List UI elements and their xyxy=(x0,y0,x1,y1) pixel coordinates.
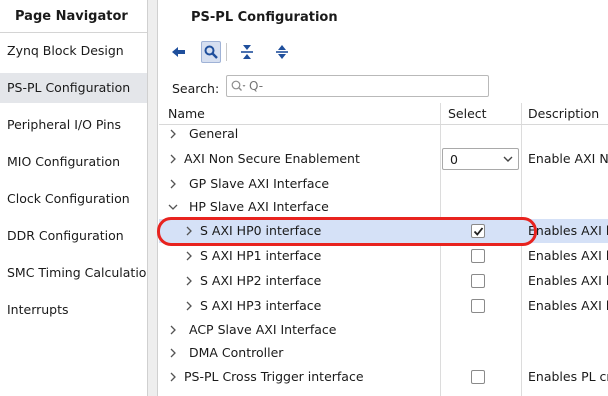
tree-row-general[interactable]: General xyxy=(159,122,608,146)
s-axi-hp0-checkbox[interactable] xyxy=(471,224,485,238)
row-label: S AXI HP1 interface xyxy=(200,248,322,263)
configuration-tree-table: Name Select Description General AXI Non … xyxy=(159,103,608,396)
row-description: Enable AXI Non Secure Transaction xyxy=(528,151,608,166)
tree-row-hp-slave-axi-interface[interactable]: HP Slave AXI Interface xyxy=(159,195,608,219)
navigator-title: Page Navigator xyxy=(15,9,128,24)
nav-item-interrupts[interactable]: Interrupts xyxy=(0,295,147,325)
row-label: PS-PL Cross Trigger interface xyxy=(184,369,364,384)
chevron-right-icon[interactable] xyxy=(168,325,178,335)
row-label: DMA Controller xyxy=(189,345,284,360)
axi-non-secure-select[interactable]: 0 xyxy=(442,148,519,170)
chevron-right-icon[interactable] xyxy=(168,179,178,189)
nav-item-peripheral-io-pins[interactable]: Peripheral I/O Pins xyxy=(0,110,147,140)
s-axi-hp2-checkbox[interactable] xyxy=(471,274,485,288)
nav-item-ddr-configuration[interactable]: DDR Configuration xyxy=(0,221,147,251)
select-value: 0 xyxy=(450,152,458,167)
chevron-right-icon[interactable] xyxy=(168,129,178,139)
column-header-name[interactable]: Name xyxy=(168,103,205,124)
chevron-down-icon xyxy=(503,156,513,162)
navigator-divider xyxy=(0,32,147,33)
ps-pl-configuration-panel: PS-PL Configuration Search: Q- Name Sele… xyxy=(159,0,608,396)
back-button[interactable] xyxy=(169,41,189,63)
row-label: AXI Non Secure Enablement xyxy=(184,151,360,166)
s-axi-hp1-checkbox[interactable] xyxy=(471,249,485,263)
nav-item-smc-timing-calculation[interactable]: SMC Timing Calculation xyxy=(0,258,147,288)
row-label: S AXI HP2 interface xyxy=(200,273,322,288)
page-title: PS-PL Configuration xyxy=(191,10,338,25)
row-label: GP Slave AXI Interface xyxy=(189,176,330,191)
chevron-right-icon[interactable] xyxy=(184,276,194,286)
row-label: General xyxy=(189,126,239,141)
s-axi-hp3-checkbox[interactable] xyxy=(471,299,485,313)
nav-item-ps-pl-configuration[interactable]: PS-PL Configuration xyxy=(0,73,147,103)
row-label: HP Slave AXI Interface xyxy=(189,199,329,214)
chevron-right-icon[interactable] xyxy=(184,226,194,236)
expand-all-icon xyxy=(276,45,288,59)
nav-item-clock-configuration[interactable]: Clock Configuration xyxy=(0,184,147,214)
row-description: Enables PL cross trigger signals xyxy=(528,369,608,384)
tree-row-ps-pl-cross-trigger-interface[interactable]: PS-PL Cross Trigger interface Enables PL… xyxy=(159,365,608,389)
toolbar-divider xyxy=(226,43,227,61)
column-header-select[interactable]: Select xyxy=(448,103,487,124)
search-field-icon xyxy=(231,80,246,91)
checkmark-icon xyxy=(473,227,484,236)
tree-row-s-axi-hp2-interface[interactable]: S AXI HP2 interface Enables AXI high per… xyxy=(159,269,608,293)
panel-splitter[interactable] xyxy=(147,0,158,396)
search-toggle-button[interactable] xyxy=(201,41,221,63)
search-label: Search: xyxy=(172,81,220,96)
row-description: Enables AXI high performance slave inter… xyxy=(528,248,608,263)
row-description: Enables AXI high performance slave inter… xyxy=(528,298,608,313)
page-navigator: Page Navigator Zynq Block Design PS-PL C… xyxy=(0,0,147,396)
column-header-description[interactable]: Description xyxy=(528,103,599,124)
chevron-right-icon[interactable] xyxy=(168,372,178,382)
search-field[interactable] xyxy=(226,75,489,97)
back-arrow-icon xyxy=(172,47,185,57)
chevron-down-icon[interactable] xyxy=(168,202,178,212)
row-label: ACP Slave AXI Interface xyxy=(189,322,337,337)
nav-item-zynq-block-design[interactable]: Zynq Block Design xyxy=(0,36,147,66)
expand-all-button[interactable] xyxy=(272,41,292,63)
row-description: Enables AXI high performance slave inter… xyxy=(528,223,608,238)
search-icon xyxy=(204,45,218,59)
tree-row-s-axi-hp1-interface[interactable]: S AXI HP1 interface Enables AXI high per… xyxy=(159,244,608,268)
chevron-right-icon[interactable] xyxy=(184,251,194,261)
tree-row-acp-slave-axi-interface[interactable]: ACP Slave AXI Interface xyxy=(159,318,608,342)
tree-row-s-axi-hp0-interface[interactable]: S AXI HP0 interface Enables AXI high per… xyxy=(159,219,608,243)
collapse-all-icon xyxy=(241,45,253,59)
chevron-right-icon[interactable] xyxy=(168,154,178,164)
tree-row-s-axi-hp3-interface[interactable]: S AXI HP3 interface Enables AXI high per… xyxy=(159,294,608,318)
cross-trigger-checkbox[interactable] xyxy=(471,370,485,384)
tree-row-axi-non-secure-enablement[interactable]: AXI Non Secure Enablement 0 Enable AXI N… xyxy=(159,147,608,171)
nav-item-mio-configuration[interactable]: MIO Configuration xyxy=(0,147,147,177)
tree-row-dma-controller[interactable]: DMA Controller xyxy=(159,341,608,365)
row-label: S AXI HP0 interface xyxy=(200,223,322,238)
tree-row-gp-slave-axi-interface[interactable]: GP Slave AXI Interface xyxy=(159,172,608,196)
row-description: Enables AXI high performance slave inter… xyxy=(528,273,608,288)
chevron-right-icon[interactable] xyxy=(184,301,194,311)
chevron-right-icon[interactable] xyxy=(168,348,178,358)
search-input[interactable] xyxy=(249,77,485,95)
collapse-all-button[interactable] xyxy=(237,41,257,63)
row-label: S AXI HP3 interface xyxy=(200,298,322,313)
